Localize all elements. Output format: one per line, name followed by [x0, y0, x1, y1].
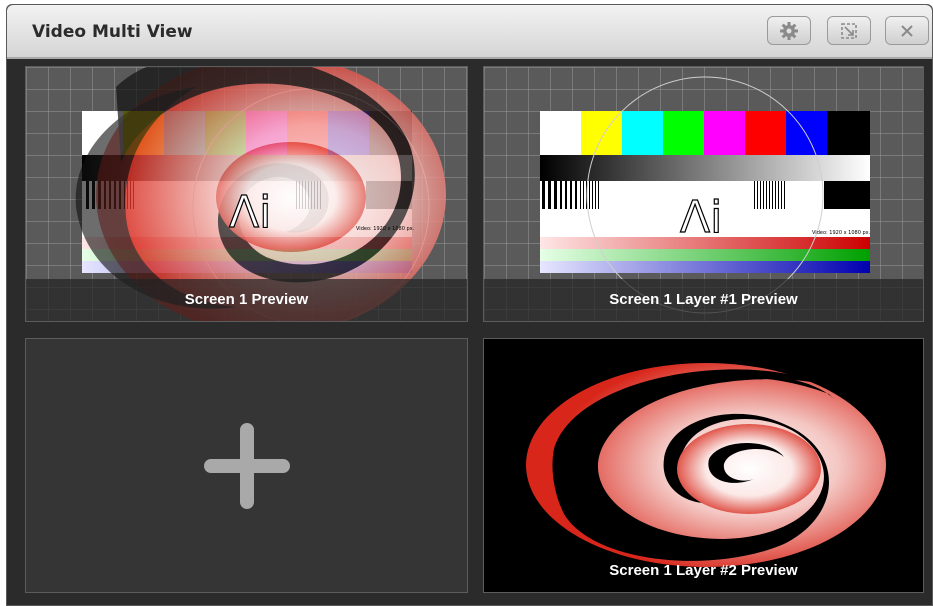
tile-screen-1-layer-2-preview[interactable]: Screen 1 Layer #2 Preview	[483, 338, 924, 593]
resize-button[interactable]	[827, 16, 871, 45]
test-card-resolution: Video: 1920 x 1080 px.	[356, 226, 415, 232]
test-card-logo: Λi	[229, 187, 271, 238]
tile-screen-1-layer-1-preview[interactable]: Λi Video: 1920 x 1080 px. Screen 1 Layer…	[483, 66, 924, 322]
close-button[interactable]	[885, 16, 929, 45]
title-bar: Video Multi View	[7, 5, 932, 59]
window-title: Video Multi View	[32, 22, 193, 42]
settings-button[interactable]	[767, 16, 811, 45]
tile-caption: Screen 1 Preview	[26, 279, 467, 321]
add-view-tile[interactable]	[25, 338, 468, 593]
test-card-logo: Λi	[680, 192, 722, 243]
tile-caption: Screen 1 Layer #1 Preview	[484, 279, 923, 321]
video-multi-view-window: Video Multi View Λi Video: 1920 x 1080 p…	[6, 4, 933, 606]
close-icon	[901, 24, 913, 37]
tile-screen-1-preview[interactable]: Λi Video: 1920 x 1080 px. Screen 1 Previ…	[25, 66, 468, 322]
resize-icon	[841, 22, 857, 39]
tile-caption: Screen 1 Layer #2 Preview	[609, 562, 798, 579]
test-card-resolution: Video: 1920 x 1080 px.	[812, 230, 871, 236]
plus-icon	[203, 422, 290, 509]
gear-icon	[780, 21, 798, 40]
